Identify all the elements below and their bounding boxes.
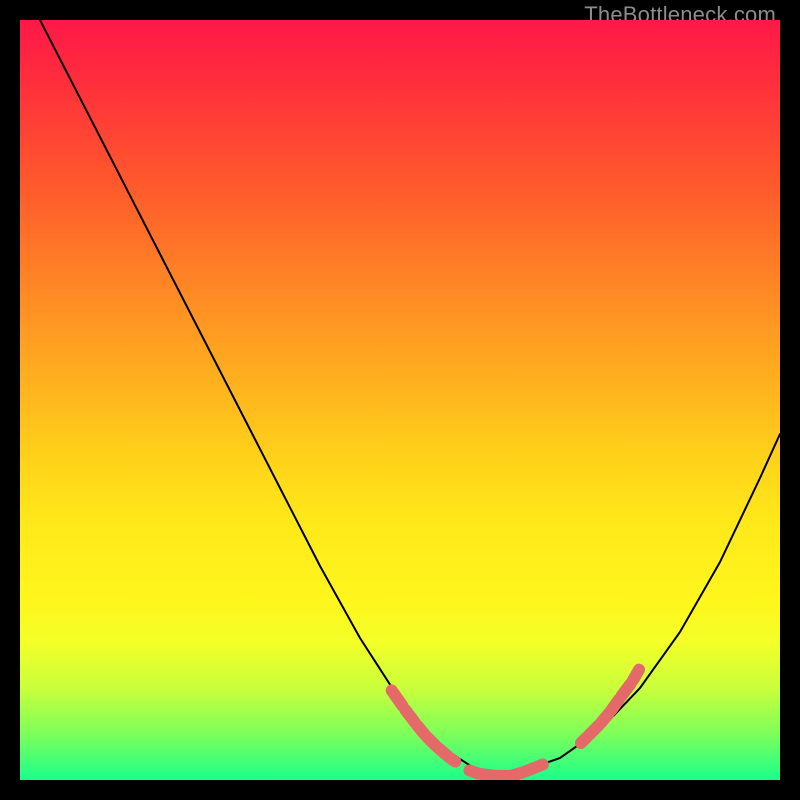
left-slope-pink-bead	[405, 710, 414, 722]
curve-svg	[20, 20, 780, 780]
chart-frame: TheBottleneck.com	[0, 0, 800, 800]
right-slope-pink-bead	[633, 670, 639, 681]
highlight-segments	[392, 670, 639, 776]
bottleneck-curve	[40, 20, 780, 776]
left-slope-pink-bead	[451, 758, 456, 761]
right-slope-pink-bead	[611, 700, 619, 711]
left-slope-pink-bead	[392, 690, 403, 705]
right-slope-pink-bead	[621, 684, 630, 696]
valley-pink-bead	[535, 764, 543, 767]
plot-area	[20, 20, 780, 780]
